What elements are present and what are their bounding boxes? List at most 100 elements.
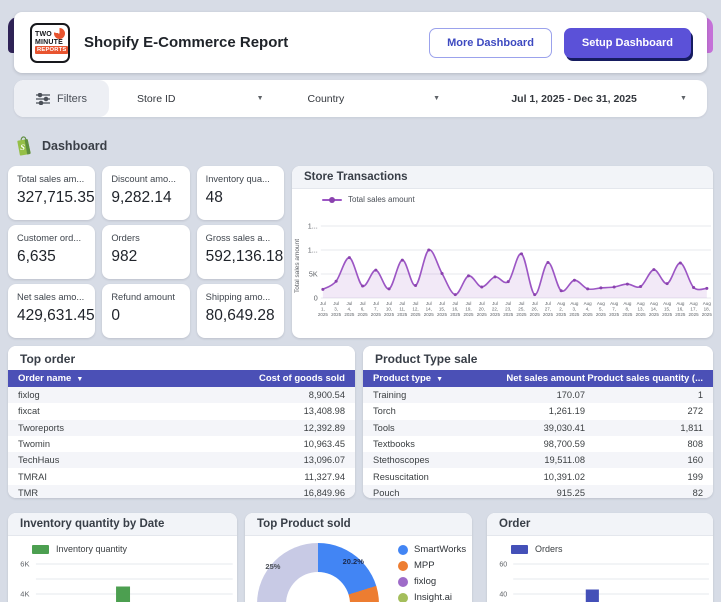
kpi-card: Total sales am... 327,715.35 (8, 166, 96, 220)
row-label: TechHaus (18, 455, 60, 466)
svg-text:Aug13,2025: Aug 13, 2025 (636, 301, 647, 317)
chart-legend-item[interactable]: Orders (511, 544, 713, 554)
row-label: Twomin (18, 439, 51, 450)
donut-slice-label: 25% (265, 561, 281, 571)
svg-text:Aug8,2025: Aug 8, 2025 (622, 301, 633, 317)
svg-text:Jul16,2025: Jul 16, 2025 (450, 301, 461, 317)
svg-text:6K: 6K (20, 560, 29, 569)
legend-dot-icon (398, 544, 408, 555)
header-actions: More Dashboard Setup Dashboard (429, 27, 691, 58)
store-id-label: Store ID (137, 92, 176, 105)
row-label: fixlog (18, 390, 40, 401)
svg-text:40: 40 (499, 592, 507, 599)
svg-text:Jul22,2025: Jul 22, 2025 (490, 301, 501, 317)
country-label: Country (307, 92, 345, 105)
svg-text:Aug15,2025: Aug 15, 2025 (662, 301, 673, 317)
svg-text:Aug5,2025: Aug 5, 2025 (596, 301, 607, 317)
table-row: Resuscitation 10,391.02 199 (363, 468, 713, 484)
kpi-card: Discount amo... 9,282.14 (102, 166, 190, 220)
kpi-label: Refund amount (111, 292, 175, 302)
svg-text:Total sales amount: Total sales amount (294, 239, 301, 293)
svg-text:Jul23,2025: Jul 23, 2025 (503, 301, 514, 317)
kpi-value: 0 (111, 307, 120, 324)
kpi-value: 80,649.28 (205, 307, 275, 324)
legend-label: Inventory quantity (56, 544, 128, 554)
table-row: Training 170.07 1 (363, 387, 713, 404)
table-row: Tworeports 12,392.89 (8, 419, 355, 436)
date-range-filter[interactable]: Jul 1, 2025 - Dec 31, 2025 ▼ (466, 80, 707, 117)
legend-label: Total sales amount (348, 195, 415, 204)
logo-pie-icon (54, 27, 65, 39)
logo-text: REPORTS (35, 46, 68, 54)
store-id-filter[interactable]: Store ID ▼ (109, 80, 286, 117)
column-header[interactable]: Product type ▼ (373, 373, 455, 384)
kpi-card: Orders 982 (102, 225, 190, 279)
legend-dot-icon (398, 560, 408, 571)
chart-legend-item[interactable]: Inventory quantity (32, 544, 237, 554)
legend-item[interactable]: MPP (398, 560, 466, 571)
kpi-grid: Total sales am... 327,715.35 Discount amo.… (8, 166, 284, 338)
table-row: Stethoscopes 19,511.08 160 (363, 452, 713, 469)
top-order-panel: Top order Order name ▼ Cost of goods sold f… (8, 346, 355, 498)
logo-text: TWO (35, 31, 52, 38)
row-label: TMR (18, 487, 39, 498)
svg-text:Jul1,2025: Jul 1, 2025 (318, 301, 329, 317)
row-value: 13,096.07 (303, 455, 345, 466)
legend-label: Orders (535, 544, 563, 554)
table-row: Torch 1,261.19 272 (363, 403, 713, 419)
chart-legend-item[interactable]: Total sales amount (322, 195, 713, 204)
row-label: Resuscitation (373, 471, 429, 482)
top-product-sold-panel: Top Product sold SmartWorks MPP fixlog Insi… (245, 513, 472, 602)
svg-text:Aug16,2025: Aug 16, 2025 (675, 301, 686, 317)
kpi-label: Customer ord... (17, 233, 82, 243)
row-value: 199 (687, 471, 703, 482)
svg-text:Aug14,2025: Aug 14, 2025 (649, 301, 660, 317)
column-header[interactable]: Cost of goods sold (182, 373, 345, 384)
svg-text:Jul7,2025: Jul 7, 2025 (371, 301, 382, 317)
table-row: TMR 16,849.96 (8, 484, 355, 498)
logo-text: MINUTE (35, 38, 64, 46)
legend-item[interactable]: SmartWorks (398, 544, 466, 555)
kpi-label: Inventory qua... (205, 174, 270, 184)
svg-text:Jul20,2025: Jul 20, 2025 (477, 301, 488, 317)
country-filter[interactable]: Country ▼ (286, 80, 467, 117)
row-value: 98,700.59 (543, 439, 585, 450)
chevron-down-icon: ▼ (256, 95, 264, 102)
inventory-quantity-chart: 6K 4K (20, 560, 233, 602)
table-header: Product type ▼ Net sales amount Product sal… (363, 370, 713, 387)
more-dashboard-button[interactable]: More Dashboard (429, 27, 552, 58)
kpi-value: 429,631.45 (17, 307, 95, 324)
svg-text:Aug18,2025: Aug 18, 2025 (702, 301, 713, 317)
order-panel: Order Orders 60 40 (487, 513, 713, 602)
kpi-value: 48 (205, 189, 223, 206)
legend-item[interactable]: Insight.ai (398, 592, 466, 602)
two-minute-reports-logo: TWO MINUTE REPORTS (30, 22, 70, 63)
row-value: 8,900.54 (308, 390, 345, 401)
table-row: Tools 39,030.41 1,811 (363, 419, 713, 436)
setup-dashboard-button[interactable]: Setup Dashboard (563, 27, 691, 58)
legend-label: fixlog (414, 576, 437, 587)
chevron-down-icon: ▼ (680, 95, 687, 102)
top-product-donut-chart (257, 543, 379, 602)
svg-text:Jul12,2025: Jul 12, 2025 (411, 301, 422, 317)
column-header[interactable]: Order name ▼ (18, 373, 182, 384)
column-header[interactable]: Net sales amount (455, 373, 585, 384)
svg-text:4K: 4K (20, 590, 29, 599)
row-value: 915.25 (556, 487, 585, 498)
row-value: 160 (687, 455, 703, 466)
column-header[interactable]: Product sales quantity (... (585, 373, 703, 384)
svg-text:Jul14,2025: Jul 14, 2025 (424, 301, 435, 317)
svg-text:Aug4,2025: Aug 4, 2025 (583, 301, 594, 317)
svg-text:5K: 5K (309, 271, 318, 279)
filters-toggle[interactable]: Filters (14, 80, 109, 117)
row-label: Tworeports (18, 422, 64, 433)
legend-swatch-icon (511, 544, 528, 554)
kpi-label: Gross sales a... (205, 233, 271, 243)
kpi-label: Shipping amo... (205, 292, 271, 302)
legend-item[interactable]: fixlog (398, 576, 466, 587)
line-marker-icon (322, 196, 342, 203)
row-label: Pouch (373, 487, 400, 498)
kpi-card: Refund amount 0 (102, 284, 190, 338)
legend-label: Insight.ai (414, 592, 453, 602)
row-value: 10,391.02 (543, 471, 585, 482)
